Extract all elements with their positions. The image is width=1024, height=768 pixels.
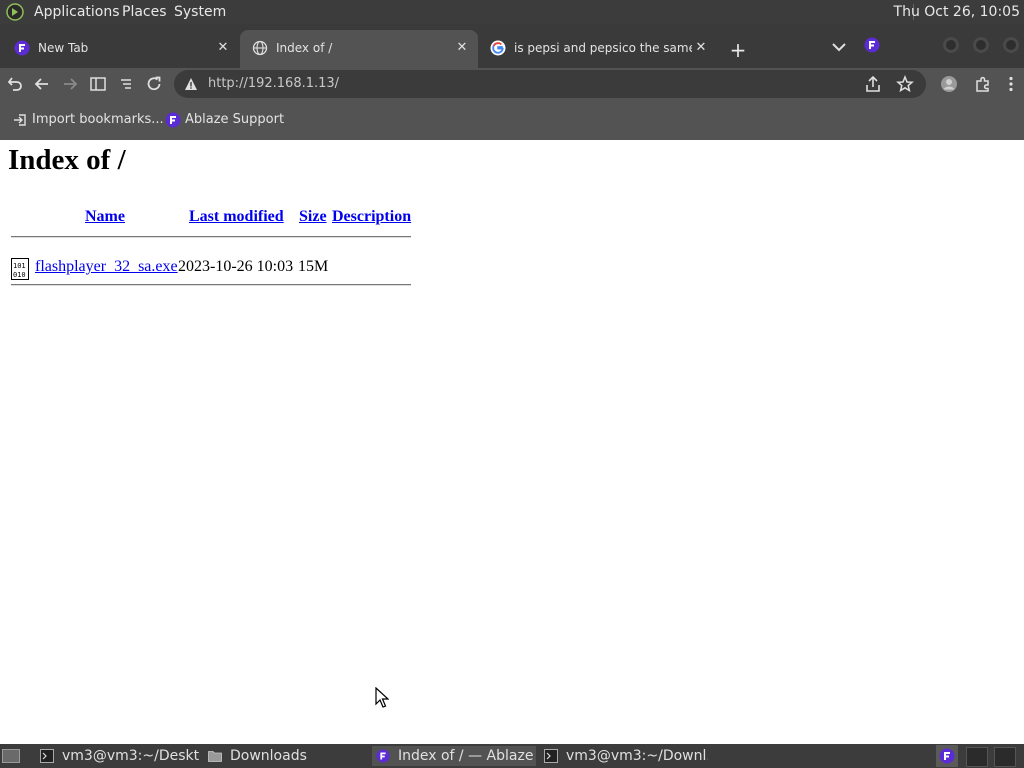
bookmarks-bar: Import bookmarks... Ablaze Support [0,100,1024,140]
file-modified: 2023-10-26 10:03 [178,258,294,275]
window-close-button[interactable] [1003,37,1019,53]
binary-file-icon: 101 010 [11,258,29,280]
tab-index-of[interactable]: Index of / ✕ [240,30,478,68]
divider [11,284,411,286]
workspace-1[interactable] [966,747,988,767]
terminal-icon [40,749,54,763]
task-ablaze-browser[interactable]: Index of / — Ablaze ... [372,746,536,766]
forward-arrow-icon[interactable] [60,74,80,94]
task-label: vm3@vm3:~/Desktop [62,748,200,764]
show-desktop-icon[interactable] [2,749,20,763]
tab-new-tab[interactable]: New Tab ✕ [2,30,238,68]
chevron-down-icon[interactable] [830,38,848,56]
star-icon[interactable] [896,75,914,93]
file-size: 15M [298,258,329,275]
share-icon[interactable] [864,75,882,93]
globe-icon [252,40,268,56]
system-logo-icon[interactable] [6,3,24,21]
divider [11,236,411,238]
reading-list-icon[interactable] [116,74,136,94]
ablaze-icon[interactable] [864,37,880,53]
page-content: Index of / Name Last modified Size Descr… [0,140,1024,742]
tab-title: is pepsi and pepsico the same - G [514,41,692,55]
bookmark-ablaze-support[interactable]: Ablaze Support [165,112,285,128]
close-icon[interactable]: ✕ [214,39,232,57]
sidebar-icon[interactable] [88,74,108,94]
close-icon[interactable]: ✕ [453,39,471,57]
tab-title: New Tab [38,41,89,55]
column-header-last-modified[interactable]: Last modified [189,208,284,226]
top-panel: Applications Places System Thu Oct 26, 1… [0,0,1024,24]
task-label: Index of / — Ablaze ... [398,748,536,764]
not-secure-warning-icon[interactable] [184,77,198,91]
folder-icon [208,751,222,762]
minimize-button[interactable] [943,37,959,53]
taskbar: vm3@vm3:~/Desktop Downloads Index of / —… [0,744,1024,768]
bookmark-label: Import bookmarks... [32,112,164,127]
kebab-menu-icon[interactable] [1001,74,1021,94]
page-title: Index of / [8,144,126,176]
bookmark-label: Ablaze Support [185,112,285,127]
svg-text:101: 101 [13,262,26,270]
tab-title: Index of / [276,41,333,55]
reload-icon[interactable] [144,74,164,94]
back-arrow-icon[interactable] [32,74,52,94]
tab-google-search[interactable]: is pepsi and pepsico the same - G ✕ [478,30,716,68]
svg-text:010: 010 [13,271,26,279]
system-menu[interactable]: System [174,3,226,21]
column-header-name[interactable]: Name [85,208,125,226]
column-header-description[interactable]: Description [332,208,411,226]
task-label: Downloads [230,748,307,764]
tray-ablaze-button[interactable] [936,745,958,767]
tab-strip: New Tab ✕ Index of / ✕ is pepsi and peps… [0,24,1024,68]
clock[interactable]: Thu Oct 26, 10:05 [894,3,1020,21]
browser-toolbar: http://192.168.1.13/ [0,68,1024,100]
task-label: vm3@vm3:~/Downl... [566,748,708,764]
file-link[interactable]: flashplayer_32_sa.exe [35,258,178,276]
applications-menu[interactable]: Applications [34,3,120,21]
url-text[interactable]: http://192.168.1.13/ [208,76,339,92]
column-header-size[interactable]: Size [299,208,327,226]
mouse-cursor-icon [375,687,389,708]
task-terminal-desktop[interactable]: vm3@vm3:~/Desktop [36,746,200,766]
task-terminal-downloads[interactable]: vm3@vm3:~/Downl... [540,746,708,766]
bookmark-import[interactable]: Import bookmarks... [12,112,164,128]
import-icon [14,114,26,126]
new-tab-button[interactable]: + [727,39,749,61]
google-icon [490,40,506,56]
workspace-2[interactable] [994,747,1016,767]
extensions-puzzle-icon[interactable] [973,74,993,94]
ablaze-icon [165,112,181,128]
ablaze-icon [939,748,955,764]
terminal-icon [544,749,558,763]
task-downloads[interactable]: Downloads [204,746,364,766]
address-bar[interactable]: http://192.168.1.13/ [174,70,926,98]
places-menu[interactable]: Places [122,3,167,21]
ablaze-icon [14,40,30,56]
close-icon[interactable]: ✕ [692,39,710,57]
ablaze-icon [376,749,390,763]
undo-icon[interactable] [5,74,25,94]
maximize-button[interactable] [973,37,989,53]
profile-avatar-icon[interactable] [939,74,959,94]
